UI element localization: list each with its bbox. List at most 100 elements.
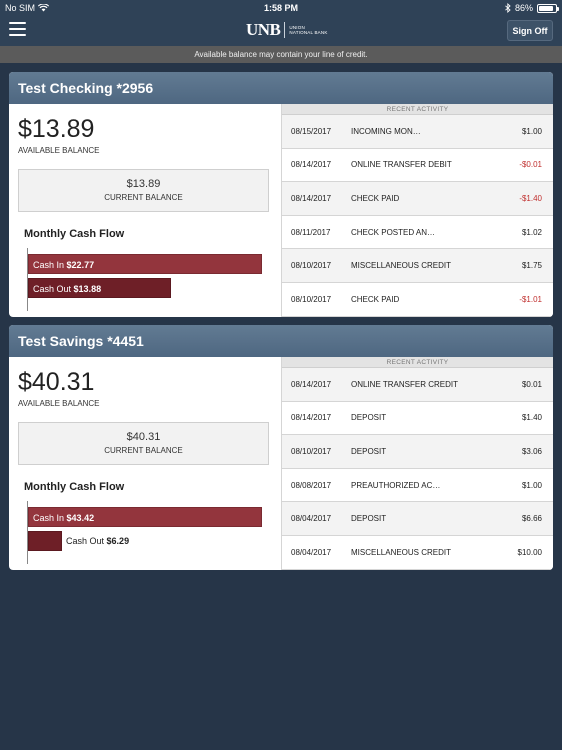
logo-mark: UNB	[246, 20, 281, 39]
available-balance-amount: $40.31	[18, 368, 95, 396]
cash-out-value: $13.88	[73, 284, 102, 294]
battery-icon	[537, 3, 559, 13]
activity-description: MISCELLANEOUS CREDIT	[351, 547, 452, 557]
bluetooth-icon	[505, 3, 511, 13]
activity-date: 08/10/2017	[291, 294, 332, 304]
account-title[interactable]: Test Savings *4451	[9, 325, 553, 357]
current-balance-box: $40.31 CURRENT BALANCE	[18, 422, 269, 465]
activity-row[interactable]: 08/14/2017 CHECK PAID -$1.40	[282, 182, 553, 216]
hamburger-menu-icon[interactable]	[9, 22, 26, 37]
available-balance-label: AVAILABLE BALANCE	[18, 146, 100, 155]
account-card-checking: Test Checking *2956 $13.89 AVAILABLE BAL…	[9, 72, 553, 317]
activity-description: CHECK POSTED AN…	[351, 227, 436, 237]
current-balance-amount: $13.89	[126, 178, 161, 190]
activity-description: INCOMING MON…	[351, 126, 421, 136]
account-body: $40.31 AVAILABLE BALANCE $40.31 CURRENT …	[9, 357, 553, 570]
activity-date: 08/14/2017	[291, 413, 332, 423]
recent-activity-list: 08/14/2017 ONLINE TRANSFER CREDIT $0.01 …	[282, 368, 553, 570]
activity-description: DEPOSIT	[351, 514, 387, 524]
activity-description: CHECK PAID	[351, 294, 400, 304]
activity-date: 08/10/2017	[291, 446, 332, 456]
activity-date: 08/04/2017	[291, 547, 332, 557]
cash-out-outside-label: Cash Out $6.29	[66, 531, 129, 551]
cash-out-bar[interactable]: Cash Out $13.88	[28, 278, 171, 298]
balance-pane: $13.89 AVAILABLE BALANCE $13.89 CURRENT …	[9, 104, 281, 317]
account-card-savings: Test Savings *4451 $40.31 AVAILABLE BALA…	[9, 325, 553, 570]
activity-description: ONLINE TRANSFER DEBIT	[351, 160, 452, 170]
status-time: 1:58 PM	[263, 3, 298, 13]
logo-subtitle: UNION NATIONAL BANK	[289, 25, 328, 35]
current-balance-label: CURRENT BALANCE	[104, 446, 183, 455]
activity-date: 08/11/2017	[291, 227, 331, 237]
bank-logo: UNB UNION NATIONAL BANK	[246, 20, 329, 40]
activity-amount: $3.06	[521, 446, 542, 456]
menu-line	[9, 22, 26, 24]
activity-row[interactable]: 08/14/2017 DEPOSIT $1.40	[282, 401, 553, 436]
menu-line	[9, 34, 26, 36]
activity-date: 08/14/2017	[291, 193, 332, 203]
activity-row[interactable]: 08/15/2017 INCOMING MON… $1.00	[282, 115, 553, 149]
sign-off-button[interactable]: Sign Off	[507, 20, 553, 41]
activity-row[interactable]: 08/04/2017 MISCELLANEOUS CREDIT $10.00	[282, 535, 553, 570]
activity-amount: $10.00	[517, 547, 542, 557]
monthly-cash-flow-title: Monthly Cash Flow	[24, 228, 125, 240]
account-body: $13.89 AVAILABLE BALANCE $13.89 CURRENT …	[9, 104, 553, 317]
cash-in-bar[interactable]: Cash In $43.42	[28, 507, 262, 527]
menu-line	[9, 28, 26, 30]
cash-in-value: $22.77	[66, 260, 95, 270]
activity-amount: -$1.01	[519, 294, 542, 304]
current-balance-label: CURRENT BALANCE	[104, 193, 183, 202]
account-title[interactable]: Test Checking *2956	[9, 72, 553, 104]
current-balance-amount: $40.31	[126, 431, 161, 443]
available-balance-amount: $13.89	[18, 115, 95, 143]
activity-amount: $1.75	[521, 261, 542, 271]
balance-pane: $40.31 AVAILABLE BALANCE $40.31 CURRENT …	[9, 357, 281, 570]
activity-date: 08/08/2017	[291, 480, 332, 490]
activity-amount: $1.00	[521, 480, 542, 490]
activity-row[interactable]: 08/10/2017 DEPOSIT $3.06	[282, 435, 553, 469]
cash-in-value: $43.42	[66, 513, 95, 523]
activity-date: 08/10/2017	[291, 261, 332, 271]
activity-row[interactable]: 08/14/2017 ONLINE TRANSFER CREDIT $0.01	[282, 368, 553, 402]
recent-activity-header: RECENT ACTIVITY	[282, 357, 553, 368]
activity-row[interactable]: 08/10/2017 MISCELLANEOUS CREDIT $1.75	[282, 249, 553, 283]
activity-amount: -$0.01	[519, 160, 542, 170]
cash-in-bar[interactable]: Cash In $22.77	[28, 254, 262, 274]
status-right: 86%	[505, 3, 559, 13]
activity-date: 08/14/2017	[291, 379, 332, 389]
recent-activity-list: 08/15/2017 INCOMING MON… $1.00 08/14/201…	[282, 115, 553, 317]
activity-description: DEPOSIT	[351, 446, 387, 456]
recent-activity-pane: RECENT ACTIVITY 08/15/2017 INCOMING MON……	[281, 104, 553, 317]
activity-row[interactable]: 08/10/2017 CHECK PAID -$1.01	[282, 282, 553, 317]
recent-activity-header: RECENT ACTIVITY	[282, 104, 553, 115]
activity-row[interactable]: 08/11/2017 CHECK POSTED AN… $1.02	[282, 215, 553, 250]
line-of-credit-notice: Available balance may contain your line …	[0, 46, 562, 63]
monthly-cash-flow-title: Monthly Cash Flow	[24, 481, 125, 493]
cash-out-bar[interactable]	[28, 531, 62, 551]
nav-bar: UNB UNION NATIONAL BANK Sign Off	[0, 16, 562, 46]
activity-description: CHECK PAID	[351, 193, 400, 203]
cash-in-label: Cash In	[33, 513, 65, 523]
activity-row[interactable]: 08/14/2017 ONLINE TRANSFER DEBIT -$0.01	[282, 148, 553, 183]
recent-activity-pane: RECENT ACTIVITY 08/14/2017 ONLINE TRANSF…	[281, 357, 553, 570]
activity-date: 08/14/2017	[291, 160, 332, 170]
activity-amount: -$1.40	[519, 193, 542, 203]
cash-out-label: Cash Out	[33, 284, 72, 294]
activity-date: 08/04/2017	[291, 514, 332, 524]
activity-amount: $1.40	[521, 413, 542, 423]
current-balance-box: $13.89 CURRENT BALANCE	[18, 169, 269, 212]
logo-separator	[284, 22, 286, 38]
available-balance-label: AVAILABLE BALANCE	[18, 399, 100, 408]
activity-amount: $0.01	[521, 379, 542, 389]
activity-description: PREAUTHORIZED AC…	[351, 480, 441, 490]
activity-description: MISCELLANEOUS CREDIT	[351, 261, 452, 271]
cash-out-value: $6.29	[106, 536, 130, 546]
activity-description: ONLINE TRANSFER CREDIT	[351, 379, 458, 389]
activity-date: 08/15/2017	[291, 126, 332, 136]
cash-out-label: Cash Out	[66, 536, 105, 546]
battery-percent: 86%	[514, 3, 533, 13]
activity-row[interactable]: 08/04/2017 DEPOSIT $6.66	[282, 502, 553, 536]
activity-amount: $6.66	[521, 514, 542, 524]
activity-description: DEPOSIT	[351, 413, 387, 423]
activity-row[interactable]: 08/08/2017 PREAUTHORIZED AC… $1.00	[282, 468, 553, 503]
